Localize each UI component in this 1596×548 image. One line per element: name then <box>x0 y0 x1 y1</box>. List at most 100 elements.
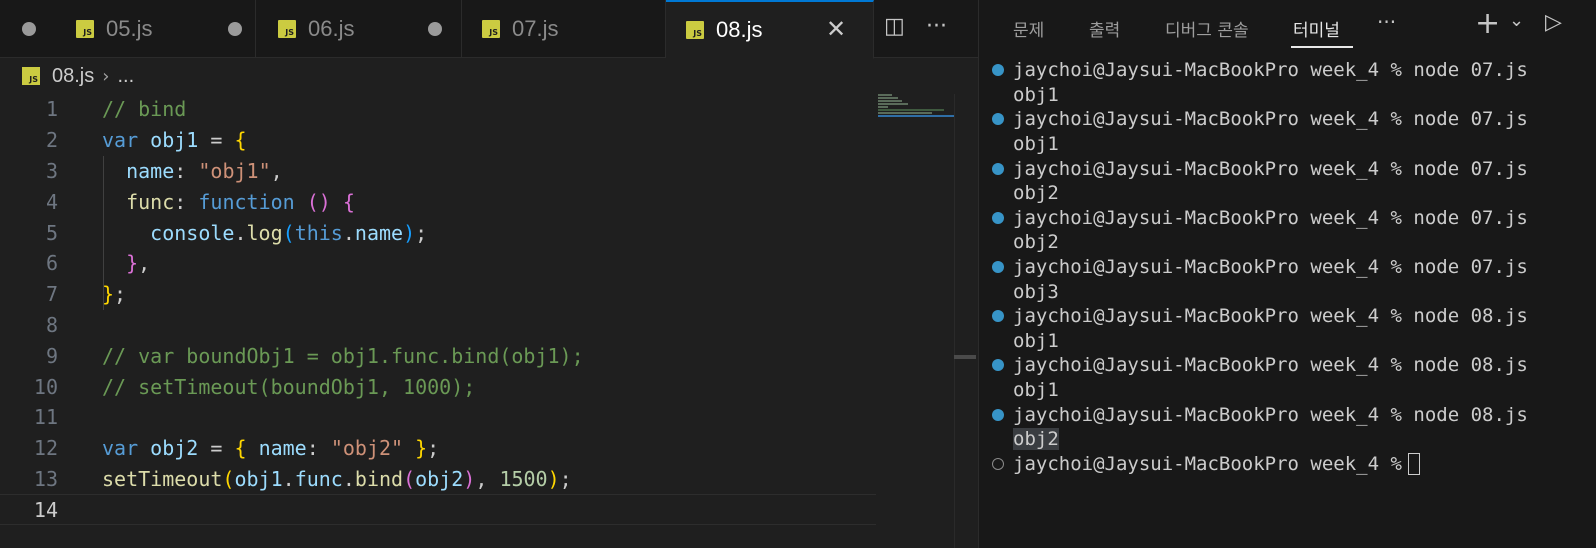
terminal-command: node 08.js <box>1413 403 1528 426</box>
panel-tab-bar: 문제 출력 디버그 콘솔 터미널 ··· + ⌄ ▷ <box>979 0 1596 50</box>
command-status-icon[interactable] <box>992 64 1004 77</box>
terminal-command-line: jaychoi@Jaysui-MacBookPro week_4 % node … <box>979 304 1596 329</box>
code-line: // var boundObj1 = obj1.func.bind(obj1); <box>102 343 584 368</box>
code-line: console.log(this.name); <box>150 220 428 245</box>
terminal-output-line: obj1 <box>979 329 1596 354</box>
js-file-icon: JS <box>686 21 704 39</box>
terminal-command: node 07.js <box>1413 206 1528 229</box>
terminal-output-text: obj2 <box>1013 182 1059 205</box>
terminal-prompt: jaychoi@Jaysui-MacBookPro week_4 % <box>1013 354 1414 377</box>
launch-profile-icon[interactable]: ▷ <box>1545 10 1562 35</box>
line-number: 11 <box>33 405 58 430</box>
active-tab-underline <box>1291 46 1353 48</box>
line-number: 4 <box>45 189 58 214</box>
add-terminal-icon[interactable]: + <box>1475 6 1500 41</box>
terminal-prompt: jaychoi@Jaysui-MacBookPro week_4 % <box>1013 206 1414 229</box>
tab-08-js[interactable]: JS 08.js ✕ <box>666 0 874 59</box>
tab-terminal[interactable]: 터미널 <box>1293 16 1340 41</box>
code-area[interactable]: 1 // bind 2 var obj1 = { 3 name: "obj1", 4… <box>0 94 876 526</box>
terminal-command: node 07.js <box>1413 157 1528 180</box>
breadcrumb: JS 08.js › ... <box>0 58 978 94</box>
terminal-output-text: obj3 <box>1013 280 1059 303</box>
terminal-command: node 08.js <box>1413 354 1528 377</box>
close-icon[interactable]: ✕ <box>826 15 846 43</box>
command-status-icon[interactable] <box>992 359 1004 372</box>
line-number: 8 <box>45 312 58 337</box>
terminal-output-line: obj1 <box>979 132 1596 157</box>
tab-output[interactable]: 출력 <box>1089 16 1120 41</box>
line-number: 2 <box>45 128 58 153</box>
line-number: 13 <box>33 466 58 491</box>
tab-dirty-dot[interactable] <box>428 22 442 36</box>
terminal-command: node 07.js <box>1413 256 1528 279</box>
selected-text: obj2 <box>1013 428 1059 451</box>
terminal-command-line: jaychoi@Jaysui-MacBookPro week_4 % node … <box>979 58 1596 83</box>
terminal-output-line: obj2 <box>979 427 1596 452</box>
split-editor-icon[interactable]: ◫ <box>884 14 905 39</box>
line-number: 1 <box>45 97 58 122</box>
terminal-command-line: jaychoi@Jaysui-MacBookPro week_4 % node … <box>979 107 1596 132</box>
breadcrumb-file[interactable]: 08.js <box>52 65 94 88</box>
line-number: 9 <box>45 343 58 368</box>
terminal-output-text: obj1 <box>1013 83 1059 106</box>
terminal-active-prompt-line: jaychoi@Jaysui-MacBookPro week_4 % <box>979 452 1596 477</box>
terminal-cursor <box>1407 452 1420 475</box>
tab-label: 06.js <box>308 16 355 41</box>
code-line: func: function () { <box>126 189 355 214</box>
line-number: 6 <box>45 251 58 276</box>
terminal-prompt: jaychoi@Jaysui-MacBookPro week_4 % <box>1013 157 1414 180</box>
terminal-prompt: jaychoi@Jaysui-MacBookPro week_4 % <box>1013 108 1414 131</box>
terminal-command-line: jaychoi@Jaysui-MacBookPro week_4 % node … <box>979 156 1596 181</box>
terminal-command: node 07.js <box>1413 108 1528 131</box>
tab-label: 07.js <box>512 16 559 41</box>
line-number: 3 <box>45 158 58 183</box>
line-number: 7 <box>45 282 58 307</box>
tab-dirty-dot <box>22 22 36 36</box>
terminal-command-line: jaychoi@Jaysui-MacBookPro week_4 % node … <box>979 255 1596 280</box>
js-file-icon: JS <box>482 20 500 38</box>
terminal-output[interactable]: jaychoi@Jaysui-MacBookPro week_4 % node … <box>979 58 1596 476</box>
code-line: }, <box>126 251 151 276</box>
line-number: 5 <box>45 220 58 245</box>
more-actions-icon[interactable]: ··· <box>1377 10 1396 34</box>
command-status-icon[interactable] <box>992 162 1004 175</box>
js-file-icon: JS <box>278 20 296 38</box>
breadcrumb-symbol[interactable]: ... <box>117 65 134 88</box>
terminal-output-line: obj2 <box>979 230 1596 255</box>
code-line: // setTimeout(boundObj1, 1000); <box>102 374 476 399</box>
command-status-icon[interactable] <box>992 408 1004 421</box>
terminal-prompt: jaychoi@Jaysui-MacBookPro week_4 % <box>1013 59 1414 82</box>
chevron-down-icon[interactable]: ⌄ <box>1509 10 1524 31</box>
tab-dirty-dot[interactable] <box>228 22 242 36</box>
command-status-icon[interactable] <box>992 310 1004 323</box>
terminal-output-text: obj1 <box>1013 329 1059 352</box>
terminal-output-line: obj1 <box>979 83 1596 108</box>
terminal-output-line: obj3 <box>979 279 1596 304</box>
terminal-output-text-selected[interactable]: obj2 <box>1013 428 1059 451</box>
command-status-icon[interactable] <box>992 211 1004 224</box>
code-line: setTimeout(obj1.func.bind(obj2), 1500); <box>102 466 572 491</box>
command-status-icon[interactable] <box>992 113 1004 126</box>
minimap[interactable] <box>878 94 954 124</box>
editor-group: JS 05.js JS 06.js JS 07.js JS 08.js ✕ ◫ … <box>0 0 978 548</box>
terminal-prompt: jaychoi@Jaysui-MacBookPro week_4 % <box>1013 452 1402 475</box>
tab-07-js[interactable]: JS 07.js <box>462 0 666 58</box>
code-line: }; <box>102 282 127 307</box>
editor-scrollbar[interactable] <box>954 94 976 548</box>
more-actions-icon[interactable]: ··· <box>926 14 947 39</box>
command-pending-icon <box>992 457 1004 470</box>
tab-05-js[interactable]: JS 05.js <box>56 0 256 58</box>
tab-problems[interactable]: 문제 <box>1013 16 1044 41</box>
command-status-icon[interactable] <box>992 261 1004 274</box>
editor-tab-bar: JS 05.js JS 06.js JS 07.js JS 08.js ✕ ◫ … <box>0 0 978 59</box>
terminal-command: node 07.js <box>1413 59 1528 82</box>
tab-debug-console[interactable]: 디버그 콘솔 <box>1165 16 1249 41</box>
terminal-output-text: obj1 <box>1013 133 1059 156</box>
js-file-icon: JS <box>76 20 94 38</box>
js-file-icon: JS <box>22 67 40 85</box>
terminal-command-line: jaychoi@Jaysui-MacBookPro week_4 % node … <box>979 402 1596 427</box>
line-number: 10 <box>33 374 58 399</box>
chevron-right-icon: › <box>102 65 110 87</box>
code-line: // bind <box>102 97 187 122</box>
terminal-output-text: obj2 <box>1013 231 1059 254</box>
